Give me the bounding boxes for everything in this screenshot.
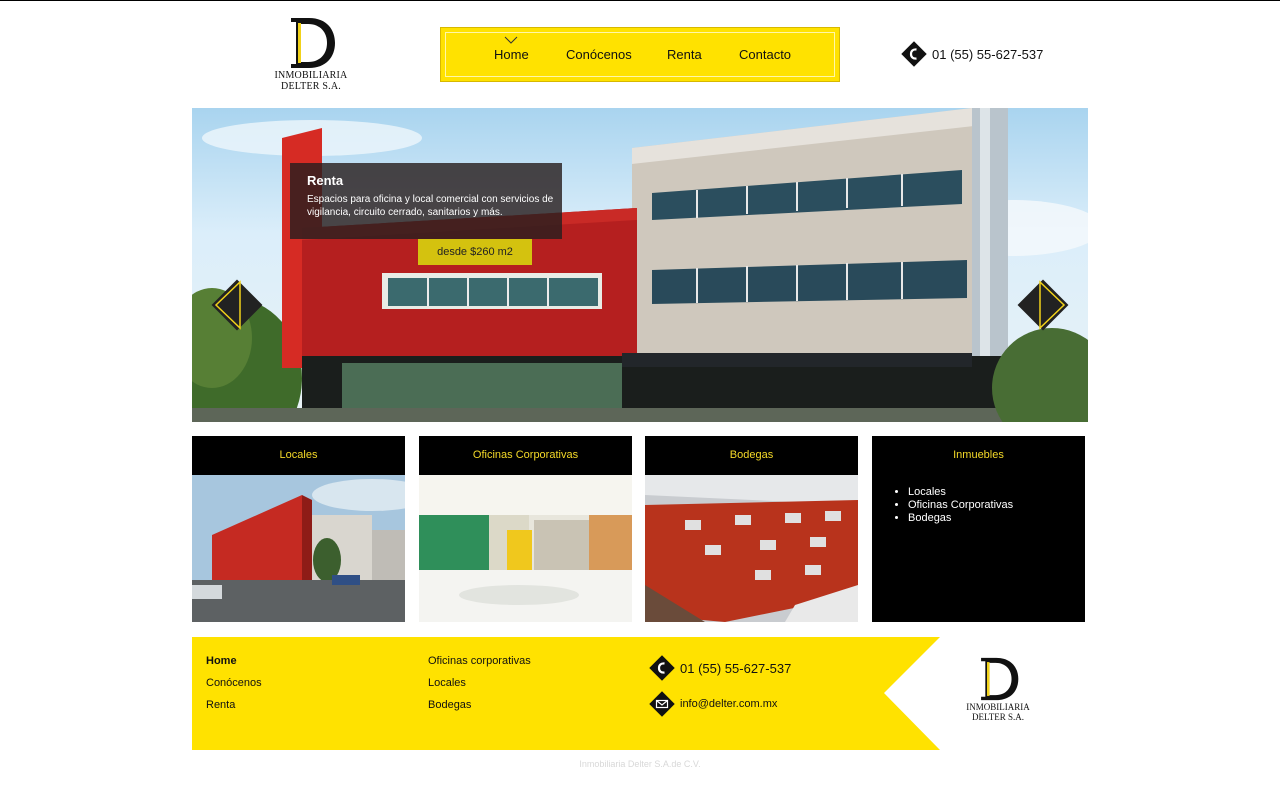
header-logo[interactable]: INMOBILIARIA DELTER S.A. (272, 16, 350, 96)
card-oficinas[interactable]: Oficinas Corporativas (419, 436, 632, 622)
mail-icon (649, 691, 675, 717)
card-image-bodegas (645, 475, 858, 622)
footer-link-oficinas[interactable]: Oficinas corporativas (428, 655, 531, 667)
header-phone-number: 01 (55) 55-627-537 (932, 46, 1044, 62)
prev-arrow-icon[interactable] (210, 278, 264, 332)
top-border (0, 0, 1280, 1)
footer-phone-number: 01 (55) 55-627-537 (680, 660, 792, 676)
footer-email-address[interactable]: info@delter.com.mx (680, 698, 777, 710)
card-title: Inmuebles (953, 449, 1004, 461)
logo-line1: INMOBILIARIA (274, 70, 348, 81)
footer-link-conocenos[interactable]: Conócenos (206, 677, 262, 689)
nav-renta[interactable]: Renta (667, 47, 702, 62)
hero-slider: Renta Espacios para oficina y local come… (192, 108, 1088, 422)
list-item[interactable]: Oficinas Corporativas (908, 499, 1085, 512)
footer: Home Conócenos Renta Oficinas corporativ… (192, 637, 940, 750)
card-inmuebles: Inmuebles Locales Oficinas Corporativas … (872, 436, 1085, 622)
nav-home[interactable]: Home (494, 47, 529, 62)
card-locales[interactable]: Locales (192, 436, 405, 622)
footer-link-home[interactable]: Home (206, 655, 237, 667)
inmuebles-list: Locales Oficinas Corporativas Bodegas (872, 486, 1085, 525)
footer-logo[interactable]: INMOBILIARIA DELTER S.A. (963, 656, 1033, 722)
list-item[interactable]: Bodegas (908, 512, 1085, 525)
caret-down-icon (504, 36, 518, 44)
footer-link-renta[interactable]: Renta (206, 699, 235, 711)
logo-line2: DELTER S.A. (281, 81, 341, 92)
footer-phone: 01 (55) 55-627-537 (649, 655, 791, 681)
card-title: Bodegas (729, 449, 774, 461)
card-title: Oficinas Corporativas (472, 449, 579, 461)
next-arrow-icon[interactable] (1016, 278, 1070, 332)
footer-link-bodegas[interactable]: Bodegas (428, 699, 471, 711)
header-phone: 01 (55) 55-627-537 (901, 40, 1043, 68)
hero-price-badge: desde $260 m2 (418, 239, 532, 265)
card-image-oficinas (419, 475, 632, 622)
copyright: Inmobiliaria Delter S.A.de C.V. (579, 759, 701, 769)
list-item[interactable]: Locales (908, 486, 1085, 499)
nav-contacto[interactable]: Contacto (739, 47, 791, 62)
footer-email[interactable]: info@delter.com.mx (649, 691, 777, 717)
footer-banner (192, 637, 940, 750)
hero-caption: Renta Espacios para oficina y local come… (290, 163, 562, 239)
hero-description: Espacios para oficina y local comercial … (307, 194, 554, 218)
phone-icon (649, 655, 675, 681)
main-navigation: Home Conócenos Renta Contacto (440, 27, 840, 82)
hero-building-image (192, 108, 1088, 422)
card-image-locales (192, 475, 405, 622)
footer-link-locales[interactable]: Locales (428, 677, 466, 689)
footer-logo-line1: INMOBILIARIA (966, 702, 1030, 712)
footer-logo-line2: DELTER S.A. (972, 712, 1024, 722)
footer-logo-mark (976, 656, 1020, 702)
nav-conocenos[interactable]: Conócenos (566, 47, 632, 62)
page: INMOBILIARIA DELTER S.A. Home Conócenos … (0, 0, 1280, 800)
logo-mark (285, 16, 337, 70)
hero-title: Renta (307, 173, 344, 188)
phone-icon (901, 41, 927, 67)
card-title: Locales (279, 449, 318, 461)
card-bodegas[interactable]: Bodegas (645, 436, 858, 622)
